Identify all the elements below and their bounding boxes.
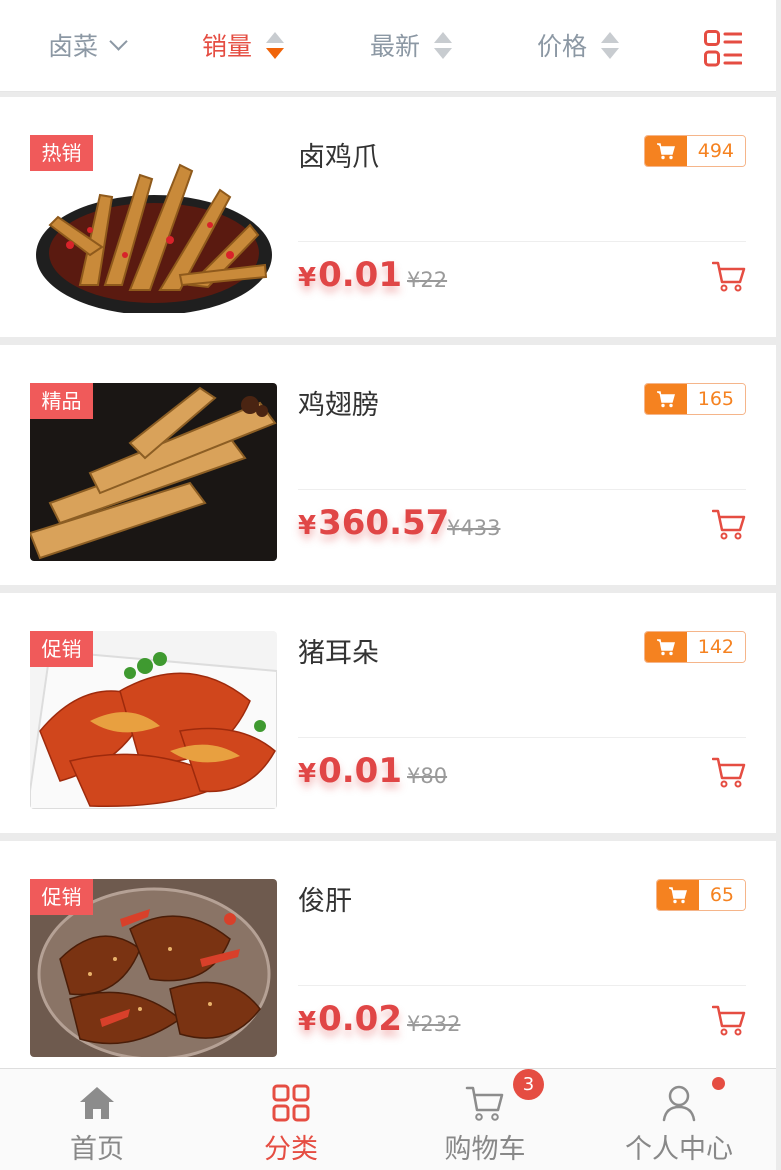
currency-symbol: ¥ [298,759,317,789]
filter-bar: 卤菜 销量 最新 价格 [0,0,776,92]
product-tag: 促销 [30,879,93,915]
tab-profile[interactable]: 个人中心 [582,1069,776,1170]
tab-home-label: 首页 [70,1134,124,1165]
add-to-cart-icon[interactable] [711,259,746,293]
original-price: ¥433 [447,516,501,540]
currency-symbol: ¥ [298,263,317,293]
original-price: ¥80 [407,764,448,788]
sales-count: 165 [686,384,745,414]
currency-symbol: ¥ [298,511,317,541]
product-price: ¥0.01 [298,751,402,791]
home-icon [77,1083,117,1123]
add-to-cart-icon[interactable] [711,507,746,541]
tab-cart[interactable]: 3 购物车 [388,1069,582,1170]
product-card[interactable]: 精品 鸡翅膀 165 ¥360.57 ¥433 [0,345,776,585]
product-name: 鸡翅膀 [298,390,379,421]
cart-icon [644,632,687,662]
product-tag: 促销 [30,631,93,667]
product-price: ¥360.57 [298,503,449,543]
sort-arrows-icon [434,31,453,59]
price-value: 360.57 [318,503,450,543]
cart-count-badge: 3 [513,1069,544,1100]
sales-count-badge: 165 [643,383,746,415]
chevron-down-icon [109,31,128,51]
sales-count-badge: 65 [655,879,746,911]
tab-category-label: 分类 [264,1134,318,1165]
sales-count-badge: 494 [643,135,746,167]
tab-profile-label: 个人中心 [625,1134,733,1165]
user-icon [659,1083,699,1123]
cart-icon [644,136,687,166]
sales-count-badge: 142 [643,631,746,663]
divider [298,489,746,490]
price-value: 0.01 [318,255,402,295]
tab-category[interactable]: 分类 [194,1069,388,1170]
sort-arrows-icon [266,31,285,59]
sort-sales-label: 销量 [202,32,253,61]
notification-dot [712,1077,725,1090]
divider [298,737,746,738]
sort-price-label: 价格 [537,32,588,61]
product-name: 俊肝 [298,886,352,917]
grid-icon [271,1083,311,1123]
product-tag: 精品 [30,383,93,419]
price-value: 0.02 [318,999,402,1039]
product-card[interactable]: 促销 俊肝 65 ¥0.02 ¥232 [0,841,776,1081]
add-to-cart-icon[interactable] [711,1003,746,1037]
divider [298,241,746,242]
original-price: ¥22 [407,268,448,292]
product-tag: 热销 [30,135,93,171]
product-name: 卤鸡爪 [298,142,379,173]
product-card[interactable]: 促销 猪耳朵 142 ¥0.01 ¥80 [0,593,776,833]
list-layout-toggle-icon[interactable] [704,30,743,68]
sales-count: 494 [686,136,745,166]
product-name: 猪耳朵 [298,638,379,669]
sort-by-sales[interactable]: 销量 [202,0,285,90]
add-to-cart-icon[interactable] [711,755,746,789]
cart-icon [656,880,699,910]
category-filter[interactable]: 卤菜 [48,0,128,90]
currency-symbol: ¥ [298,1007,317,1037]
sort-newest-label: 最新 [370,32,421,61]
product-price: ¥0.02 [298,999,402,1039]
product-price: ¥0.01 [298,255,402,295]
sort-by-newest[interactable]: 最新 [370,0,453,90]
tab-home[interactable]: 首页 [0,1069,194,1170]
sales-count: 65 [698,880,745,910]
cart-icon [644,384,687,414]
tab-cart-label: 购物车 [444,1134,526,1165]
divider [298,985,746,986]
category-filter-label: 卤菜 [48,32,99,61]
cart-icon [465,1083,505,1123]
product-card[interactable]: 热销 卤鸡爪 494 ¥0.01 ¥22 [0,97,776,337]
sort-by-price[interactable]: 价格 [537,0,620,90]
sales-count: 142 [686,632,745,662]
original-price: ¥232 [407,1012,461,1036]
sort-arrows-icon [601,31,620,59]
price-value: 0.01 [318,751,402,791]
bottom-tab-bar: 首页 分类 3 购物车 个人中心 [0,1068,776,1170]
